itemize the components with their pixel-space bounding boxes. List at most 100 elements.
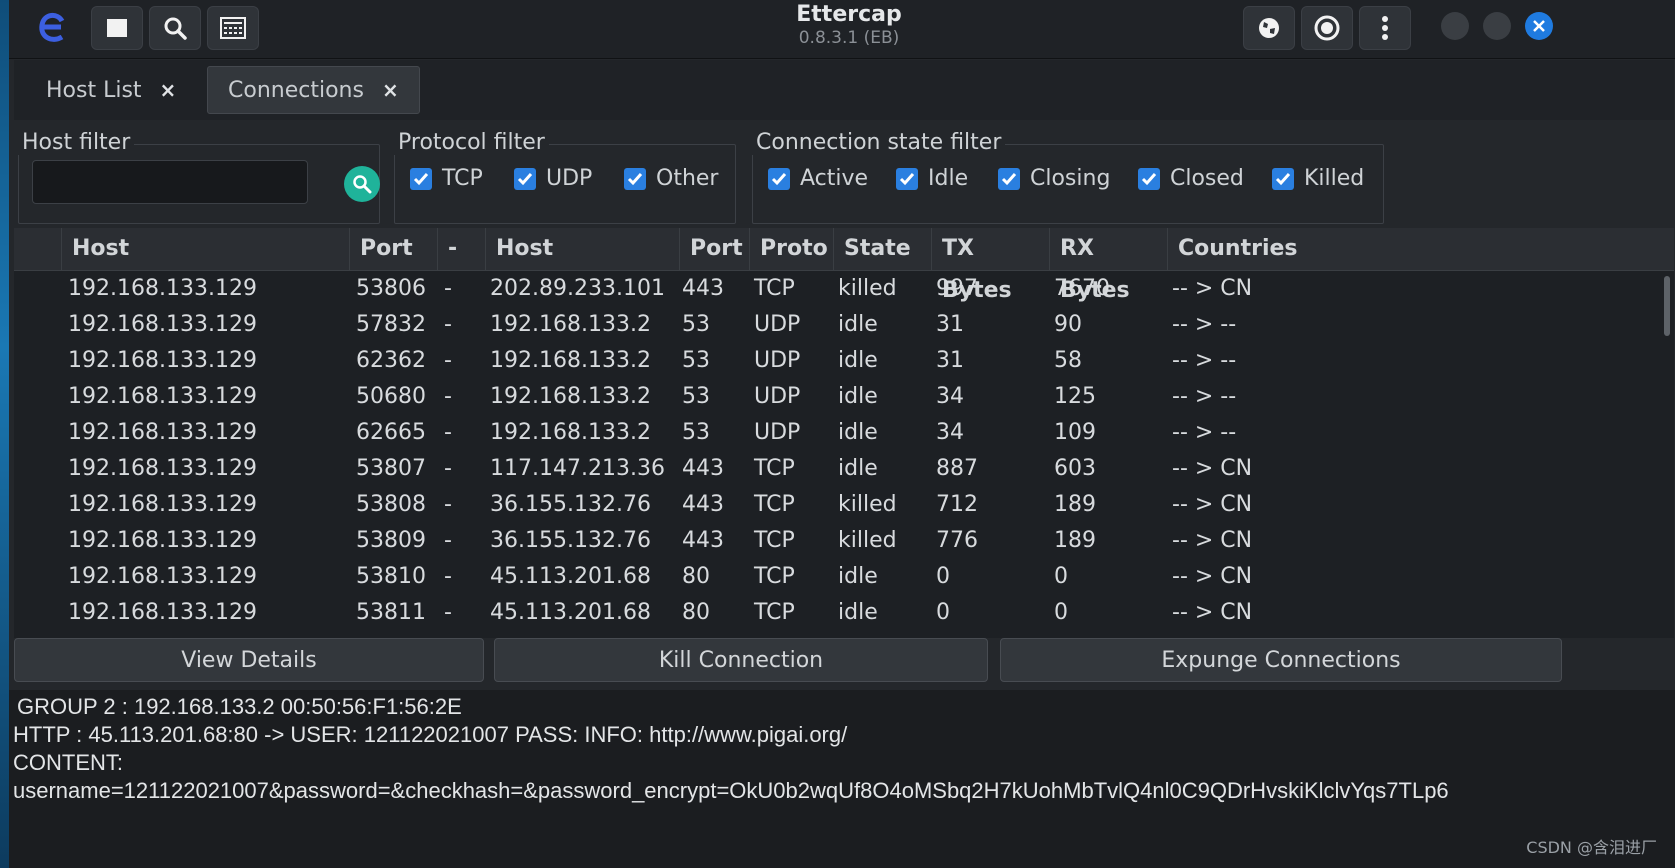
cell-rx-bytes: 7670 [1054, 276, 1110, 301]
host-filter-group: Host filter [18, 124, 380, 224]
table-row[interactable]: 192.168.133.129 53808- 36.155.132.76 443 TCP… [14, 487, 1659, 523]
cell-countries: -- > CN [1172, 564, 1253, 589]
header-bar: Ettercap 0.8.3.1 (EB) [9, 0, 1675, 59]
cell-rx-bytes: 125 [1054, 384, 1096, 409]
main-menu-button[interactable] [1359, 6, 1411, 50]
state-killed-checkbox[interactable]: Killed [1272, 166, 1364, 191]
record-icon [1314, 15, 1340, 41]
cell-source-host: 192.168.133.129 [68, 348, 257, 373]
column-header-dest-port[interactable]: Port [680, 228, 750, 270]
protocol-other-checkbox[interactable]: Other [624, 166, 718, 191]
tab-close-icon[interactable]: × [382, 78, 399, 102]
column-header-source-host[interactable]: Host [62, 228, 350, 270]
globe-icon [1259, 18, 1279, 38]
table-row[interactable]: 192.168.133.129 53809- 36.155.132.76 443 TCP… [14, 523, 1659, 559]
protocol-tcp-checkbox[interactable]: TCP [410, 166, 483, 191]
table-row[interactable]: 192.168.133.129 62665- 192.168.133.2 53 UDP i… [14, 415, 1659, 451]
column-header-proto[interactable]: Proto [750, 228, 834, 270]
close-window-button[interactable] [1525, 12, 1553, 40]
cell-tx-bytes: 776 [936, 528, 978, 553]
tab-connections[interactable]: Connections × [207, 66, 420, 114]
cell-source-port: 62665 [356, 420, 426, 445]
scan-hosts-button[interactable] [149, 6, 201, 50]
state-closed-checkbox[interactable]: Closed [1138, 166, 1244, 191]
checkbox-checked-icon [624, 167, 646, 190]
cell-state: killed [838, 276, 897, 301]
column-header-blank[interactable] [14, 228, 62, 270]
state-filter-group: Connection state filter Active Idle Clos… [752, 124, 1384, 224]
cell-proto: UDP [754, 312, 801, 337]
filter-bar: Host filter Protocol filter TCP UDP Othe… [14, 124, 1674, 224]
cell-direction: - [444, 312, 452, 337]
cell-direction: - [444, 276, 452, 301]
log-line: CONTENT: [13, 750, 123, 775]
state-active-checkbox[interactable]: Active [768, 166, 868, 191]
host-filter-search-button[interactable] [344, 166, 380, 202]
kill-connection-button[interactable]: Kill Connection [494, 638, 988, 682]
table-row[interactable]: 192.168.133.129 50680- 192.168.133.2 53 UDP i… [14, 379, 1659, 415]
cell-dest-host: 117.147.213.36 [490, 456, 665, 481]
checkbox-label: Active [800, 166, 869, 191]
table-scrollbar[interactable] [1664, 276, 1670, 336]
cell-dest-port: 443 [682, 492, 724, 517]
column-header-source-port[interactable]: Port [350, 228, 438, 270]
table-row[interactable]: 192.168.133.129 53806- 202.89.233.101 443 TC… [14, 271, 1659, 307]
window-title: Ettercap [796, 2, 902, 27]
state-filter-label: Connection state filter [752, 130, 1006, 155]
cell-countries: -- > -- [1172, 312, 1237, 337]
column-header-tx-bytes[interactable]: TX Bytes [932, 228, 1050, 303]
state-closing-checkbox[interactable]: Closing [998, 166, 1110, 191]
checkbox-checked-icon [514, 167, 536, 190]
cell-dest-host: 36.155.132.76 [490, 492, 651, 517]
table-row[interactable]: 192.168.133.129 62362- 192.168.133.2 53 UDP i… [14, 343, 1659, 379]
cell-state: killed [838, 528, 897, 553]
host-filter-input[interactable] [32, 160, 308, 204]
column-header-direction[interactable]: - [438, 228, 486, 270]
cell-rx-bytes: 109 [1054, 420, 1096, 445]
filters-menu-button[interactable] [1301, 6, 1353, 50]
table-header: Host Port - Host Port Proto State TX Byt… [14, 228, 1674, 303]
log-line: GROUP 2 : 192.168.133.2 00:50:56:F1:56:2… [17, 694, 462, 719]
checkbox-label: Other [656, 166, 719, 191]
cell-tx-bytes: 0 [936, 564, 950, 589]
log-line: username=121122021007&password=&checkhas… [13, 778, 1449, 803]
minimize-button[interactable] [1441, 12, 1469, 40]
ettercap-logo-icon[interactable] [33, 8, 73, 48]
mitm-menu-button[interactable] [1243, 6, 1295, 50]
host-list-button[interactable] [207, 6, 259, 50]
checkbox-checked-icon [1272, 167, 1294, 190]
expunge-connections-button[interactable]: Expunge Connections [1000, 638, 1562, 682]
cell-dest-host: 192.168.133.2 [490, 384, 651, 409]
cell-proto: TCP [754, 492, 795, 517]
cell-tx-bytes: 887 [936, 456, 978, 481]
checkbox-label: UDP [546, 166, 593, 191]
protocol-udp-checkbox[interactable]: UDP [514, 166, 592, 191]
column-header-rx-bytes[interactable]: RX Bytes [1050, 228, 1168, 303]
column-header-dest-host[interactable]: Host [486, 228, 680, 270]
column-header-countries[interactable]: Countries [1168, 228, 1674, 270]
cell-rx-bytes: 189 [1054, 528, 1096, 553]
tab-close-icon[interactable]: × [160, 78, 177, 102]
cell-countries: -- > -- [1172, 420, 1237, 445]
cell-dest-port: 443 [682, 528, 724, 553]
column-header-state[interactable]: State [834, 228, 932, 270]
cell-proto: TCP [754, 600, 795, 625]
table-row[interactable]: 192.168.133.129 53810- 45.113.201.68 80 TCP i… [14, 559, 1659, 595]
state-idle-checkbox[interactable]: Idle [896, 166, 968, 191]
cell-source-port: 53809 [356, 528, 426, 553]
cell-dest-port: 53 [682, 420, 710, 445]
cell-countries: -- > CN [1172, 600, 1253, 625]
maximize-button[interactable] [1483, 12, 1511, 40]
stop-sniffing-button[interactable] [91, 6, 143, 50]
table-row[interactable]: 192.168.133.129 53811- 45.113.201.68 80 TCP i… [14, 595, 1659, 631]
cell-direction: - [444, 348, 452, 373]
cell-source-host: 192.168.133.129 [68, 384, 257, 409]
tab-host-list[interactable]: Host List × [26, 66, 196, 114]
cell-proto: TCP [754, 564, 795, 589]
view-details-button[interactable]: View Details [14, 638, 484, 682]
cell-state: idle [838, 348, 878, 373]
stop-icon [107, 19, 127, 37]
cell-direction: - [444, 528, 452, 553]
table-row[interactable]: 192.168.133.129 57832- 192.168.133.2 53 UDP i… [14, 307, 1659, 343]
table-row[interactable]: 192.168.133.129 53807- 117.147.213.36 443 TC… [14, 451, 1659, 487]
